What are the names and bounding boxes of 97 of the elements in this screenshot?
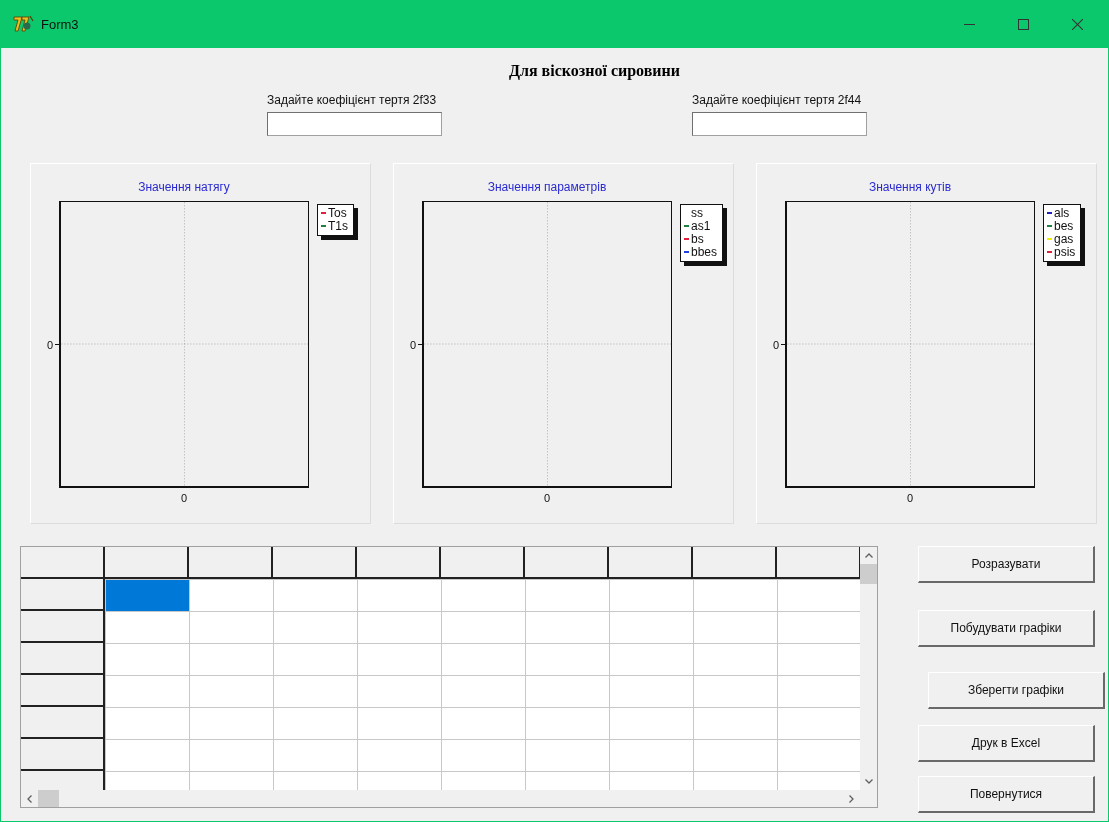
- grid-cell[interactable]: [609, 611, 693, 643]
- action-button[interactable]: Побудувати графіки: [918, 610, 1095, 647]
- chart-title: Значення натягу: [138, 180, 230, 194]
- input-field[interactable]: [267, 112, 442, 136]
- axis-tick-label: 0: [180, 492, 188, 504]
- grid-cell[interactable]: [693, 611, 777, 643]
- grid-cell[interactable]: [105, 579, 189, 611]
- grid-cell[interactable]: [189, 579, 273, 611]
- grid-cell[interactable]: [273, 707, 357, 739]
- action-button[interactable]: Зберегти графіки: [928, 672, 1105, 709]
- chart-title: Значення параметрів: [487, 180, 607, 194]
- grid-cell[interactable]: [777, 675, 860, 707]
- field-label: Задайте коефіцієнт тертя 2f33: [267, 93, 438, 107]
- axis-tick-label: 0: [543, 492, 551, 504]
- grid-cell[interactable]: [693, 579, 777, 611]
- grid-cell[interactable]: [105, 611, 189, 643]
- legend-label: ss: [691, 206, 703, 220]
- window-title: Form3: [41, 16, 80, 32]
- grid-cell[interactable]: [609, 675, 693, 707]
- grid-cell[interactable]: [189, 611, 273, 643]
- data-grid[interactable]: [20, 546, 878, 808]
- axis-tick-label: 0: [409, 338, 416, 351]
- grid-cell[interactable]: [777, 739, 860, 771]
- grid-cell[interactable]: [441, 643, 525, 675]
- grid-cell[interactable]: [609, 643, 693, 675]
- grid-cell[interactable]: [189, 675, 273, 707]
- grid-cell[interactable]: [525, 675, 609, 707]
- grid-cell[interactable]: [189, 707, 273, 739]
- legend-label: as1: [691, 219, 711, 233]
- grid-cell[interactable]: [273, 579, 357, 611]
- legend-label: gas: [1054, 232, 1074, 246]
- scroll-right-icon: [849, 794, 854, 803]
- grid-cell[interactable]: [609, 579, 693, 611]
- grid-cell[interactable]: [525, 707, 609, 739]
- grid-cell[interactable]: [777, 611, 860, 643]
- scroll-left-icon: [27, 794, 32, 803]
- grid-cell[interactable]: [105, 739, 189, 771]
- grid-cell[interactable]: [777, 707, 860, 739]
- scroll-down-icon: [864, 779, 873, 784]
- action-button[interactable]: Друк в Excel: [918, 725, 1095, 762]
- grid-cell[interactable]: [693, 675, 777, 707]
- scroll-up-icon: [864, 553, 873, 558]
- axis-tick-label: 0: [46, 338, 53, 351]
- horizontal-scrollbar[interactable]: [21, 790, 860, 807]
- grid-cell[interactable]: [693, 707, 777, 739]
- grid-cell[interactable]: [273, 739, 357, 771]
- minimize-icon: [963, 23, 975, 25]
- grid-cell[interactable]: [273, 611, 357, 643]
- grid-cell[interactable]: [609, 707, 693, 739]
- axis-tick-label: 0: [906, 492, 914, 504]
- grid-cell[interactable]: [189, 739, 273, 771]
- grid-cell[interactable]: [441, 707, 525, 739]
- grid-cell[interactable]: [357, 611, 441, 643]
- grid-cell[interactable]: [525, 643, 609, 675]
- scroll-thumb[interactable]: [860, 564, 877, 584]
- legend-label: psis: [1054, 245, 1076, 259]
- grid-cell[interactable]: [693, 643, 777, 675]
- legend-label: als: [1054, 206, 1070, 220]
- grid-cell[interactable]: [357, 579, 441, 611]
- grid-cell[interactable]: [777, 643, 860, 675]
- legend-label: Tos: [328, 206, 347, 220]
- grid-cell[interactable]: [105, 675, 189, 707]
- grid-cell[interactable]: [189, 643, 273, 675]
- grid-cell[interactable]: [357, 707, 441, 739]
- input-field[interactable]: [692, 112, 867, 136]
- legend-label: T1s: [328, 219, 348, 233]
- grid-cell[interactable]: [105, 643, 189, 675]
- action-button[interactable]: Повернутися: [918, 776, 1095, 813]
- grid-cell[interactable]: [525, 611, 609, 643]
- action-button[interactable]: Розразувати: [918, 546, 1095, 583]
- grid-cell[interactable]: [441, 611, 525, 643]
- grid-cell[interactable]: [105, 707, 189, 739]
- grid-cell[interactable]: [525, 739, 609, 771]
- close-icon: [1071, 18, 1083, 30]
- chart-title: Значення кутів: [868, 180, 952, 194]
- grid-cell[interactable]: [525, 579, 609, 611]
- legend-label: bbes: [691, 245, 718, 259]
- axis-tick-label: 0: [772, 338, 779, 351]
- scroll-thumb[interactable]: [38, 790, 59, 807]
- maximize-icon: [1017, 18, 1029, 30]
- grid-cell[interactable]: [357, 675, 441, 707]
- grid-cell[interactable]: [609, 739, 693, 771]
- grid-cell[interactable]: [273, 675, 357, 707]
- grid-cell[interactable]: [357, 643, 441, 675]
- vertical-scrollbar[interactable]: [860, 547, 877, 790]
- grid-cell[interactable]: [273, 643, 357, 675]
- grid-cell[interactable]: [357, 739, 441, 771]
- grid-cell[interactable]: [777, 579, 860, 611]
- grid-cell[interactable]: [441, 739, 525, 771]
- legend-label: bs: [691, 232, 704, 246]
- grid-cell[interactable]: [693, 739, 777, 771]
- app-logo-icon: [13, 15, 35, 33]
- form-heading: Для віскозної сировини: [507, 62, 681, 82]
- legend-label: bes: [1054, 219, 1074, 233]
- field-label: Задайте коефіцієнт тертя 2f44: [692, 93, 863, 107]
- grid-cell[interactable]: [441, 579, 525, 611]
- grid-cell[interactable]: [441, 675, 525, 707]
